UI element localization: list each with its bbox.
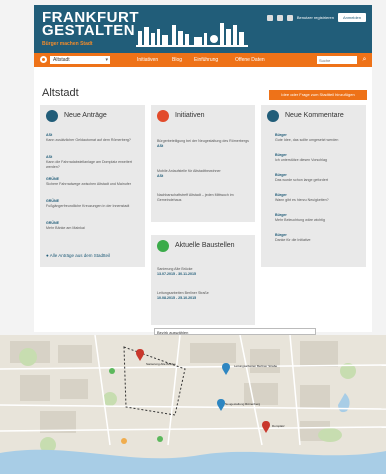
top-links: Benutzer registrieren Anmelden xyxy=(266,13,366,22)
item-text: Danke für die Initiative xyxy=(275,238,311,242)
item-meta: ASt xyxy=(157,144,164,148)
item-text: Leitungsarbeiten Berliner Straße xyxy=(157,291,209,295)
kommentare-header: Neue Kommentare xyxy=(261,105,366,127)
search-icon[interactable]: ⌕ xyxy=(360,55,369,65)
nav-item-einfuehrung[interactable]: Einführung xyxy=(194,57,218,63)
lightbulb-icon xyxy=(157,110,169,122)
document-icon xyxy=(46,110,58,122)
item-text: Mehr Bänke am Mainkai xyxy=(46,226,85,230)
location-icon xyxy=(40,56,47,63)
list-item[interactable]: GRÜNE Mehr Bänke am Mainkai xyxy=(46,221,140,231)
list-item[interactable]: Bürgerbeteiligung bei der Neugestaltung … xyxy=(157,139,249,149)
item-meta: 13.07.2015 - 30.11.2015 xyxy=(157,272,196,276)
item-text: Das wurde schon lange gefordert xyxy=(275,178,328,182)
svg-text:Neugestaltung Römerberg: Neugestaltung Römerberg xyxy=(225,402,261,406)
twitter-icon[interactable] xyxy=(276,14,283,21)
list-item[interactable]: Bürger Wann gibt es hierzu Neuigkeiten? xyxy=(275,193,361,203)
register-link[interactable]: Benutzer registrieren xyxy=(297,15,334,20)
more-antraege-link[interactable]: ● Alle Anträge aus dem Stadtteil xyxy=(46,253,110,258)
nav-item-blog[interactable]: Blog xyxy=(172,57,182,63)
chevron-down-icon: ▾ xyxy=(105,57,108,63)
list-item[interactable]: Bürger Mehr Beleuchtung wäre wichtig xyxy=(275,213,361,223)
item-text: Sanierung Alte Brücke xyxy=(157,267,193,271)
svg-text:Leitungsarbeiten Berliner Stra: Leitungsarbeiten Berliner Straße xyxy=(234,364,278,368)
page: FRANKFURT GESTALTEN Bürger machen Stadt … xyxy=(0,0,386,474)
city-select-value: Altstadt xyxy=(53,57,70,63)
initiativen-panel: Initiativen Bürgerbeteiligung bei der Ne… xyxy=(151,105,255,222)
page-title: Altstadt xyxy=(42,87,79,99)
facebook-icon[interactable] xyxy=(266,14,273,21)
list-item[interactable]: Bürger Ich unterstütze diesen Vorschlag xyxy=(275,153,361,163)
more-antraege-label: Alle Anträge aus dem Stadtteil xyxy=(49,253,111,258)
item-text: Kann zusätzlicher Geldautomat auf dem Rö… xyxy=(46,138,131,142)
antraege-header: Neue Anträge xyxy=(40,105,145,127)
item-text: Nachbarschaftstreff Altstadt – jeden Mit… xyxy=(157,193,234,202)
item-meta: 10.08.2015 - 25.10.2015 xyxy=(157,296,197,300)
logo-line-2: GESTALTEN xyxy=(42,22,136,39)
site-header: FRANKFURT GESTALTEN Bürger machen Stadt … xyxy=(34,5,372,53)
city-select[interactable]: Altstadt ▾ xyxy=(50,56,110,64)
site-logo[interactable]: FRANKFURT GESTALTEN xyxy=(42,10,139,39)
initiativen-header: Initiativen xyxy=(151,105,255,127)
list-item[interactable]: Leitungsarbeiten Berliner Straße 10.08.2… xyxy=(157,291,249,301)
login-button[interactable]: Anmelden xyxy=(337,13,366,22)
comment-icon xyxy=(267,110,279,122)
main-nav: Altstadt ▾ Initiativen Blog Einführung O… xyxy=(34,53,372,67)
logo-subtitle: Bürger machen Stadt xyxy=(42,41,93,47)
item-text: Mobile Anlaufstelle für Altstadtbewohner xyxy=(157,169,221,173)
item-text: Fußgängerfreundliche Kreuzungen in der I… xyxy=(46,204,130,208)
list-item[interactable]: Bürger Gute Idee, das sollte umgesetzt w… xyxy=(275,133,361,143)
list-item[interactable]: Bürger Danke für die Initiative xyxy=(275,233,361,243)
item-text: Bürgerbeteiligung bei der Neugestaltung … xyxy=(157,139,249,143)
item-meta: ASt xyxy=(157,174,164,178)
main-content: Altstadt Idee oder Frage zum Stadtteil h… xyxy=(34,67,372,332)
baustellen-title: Aktuelle Baustellen xyxy=(175,242,235,249)
item-text: Mehr Beleuchtung wäre wichtig xyxy=(275,218,325,222)
nav-item-offene-daten[interactable]: Offene Daten xyxy=(235,57,265,63)
rss-icon[interactable] xyxy=(286,14,293,21)
item-text: Kann die Fahrradabstellanlage am Domplat… xyxy=(46,160,132,169)
item-text: Wann gibt es hierzu Neuigkeiten? xyxy=(275,198,329,202)
city-map[interactable]: Sanierung Alte Brücke Leitungsarbeiten B… xyxy=(0,335,386,474)
district-select[interactable]: Bezirk auswählen xyxy=(154,328,316,335)
kommentare-title: Neue Kommentare xyxy=(285,112,344,119)
add-idea-button[interactable]: Idee oder Frage zum Stadtteil hinzufügen xyxy=(269,90,367,100)
search-input[interactable] xyxy=(317,56,357,64)
list-item[interactable]: Bürger Das wurde schon lange gefordert xyxy=(275,173,361,183)
antraege-panel: Neue Anträge ASt Kann zusätzlicher Gelda… xyxy=(40,105,145,267)
item-text: Gute Idee, das sollte umgesetzt werden xyxy=(275,138,339,142)
initiativen-title: Initiativen xyxy=(175,112,205,119)
list-item[interactable]: GRÜNE Fußgängerfreundliche Kreuzungen in… xyxy=(46,199,140,209)
list-item[interactable]: GRÜNE Sichere Fahrradwege zwischen Altst… xyxy=(46,177,140,187)
nav-item-initiativen[interactable]: Initiativen xyxy=(137,57,158,63)
antraege-title: Neue Anträge xyxy=(64,112,107,119)
list-item[interactable]: ASt Kann die Fahrradabstellanlage am Dom… xyxy=(46,155,140,170)
baustellen-panel: Aktuelle Baustellen Sanierung Alte Brück… xyxy=(151,235,255,325)
baustellen-header: Aktuelle Baustellen xyxy=(151,235,255,257)
item-text: Ich unterstütze diesen Vorschlag xyxy=(275,158,327,162)
list-item[interactable]: Mobile Anlaufstelle für Altstadtbewohner… xyxy=(157,169,249,179)
item-text: Sichere Fahrradwege zwischen Altstadt un… xyxy=(46,182,131,186)
list-item[interactable]: Sanierung Alte Brücke 13.07.2015 - 30.11… xyxy=(157,267,249,277)
skyline-icon xyxy=(136,23,248,47)
warning-icon xyxy=(157,240,169,252)
svg-text:Domplatz: Domplatz xyxy=(272,424,285,428)
list-item[interactable]: ASt Kann zusätzlicher Geldautomat auf de… xyxy=(46,133,140,143)
list-item[interactable]: Nachbarschaftstreff Altstadt – jeden Mit… xyxy=(157,193,249,203)
kommentare-panel: Neue Kommentare Bürger Gute Idee, das so… xyxy=(261,105,366,267)
svg-text:Sanierung Alte Brücke: Sanierung Alte Brücke xyxy=(146,362,176,366)
